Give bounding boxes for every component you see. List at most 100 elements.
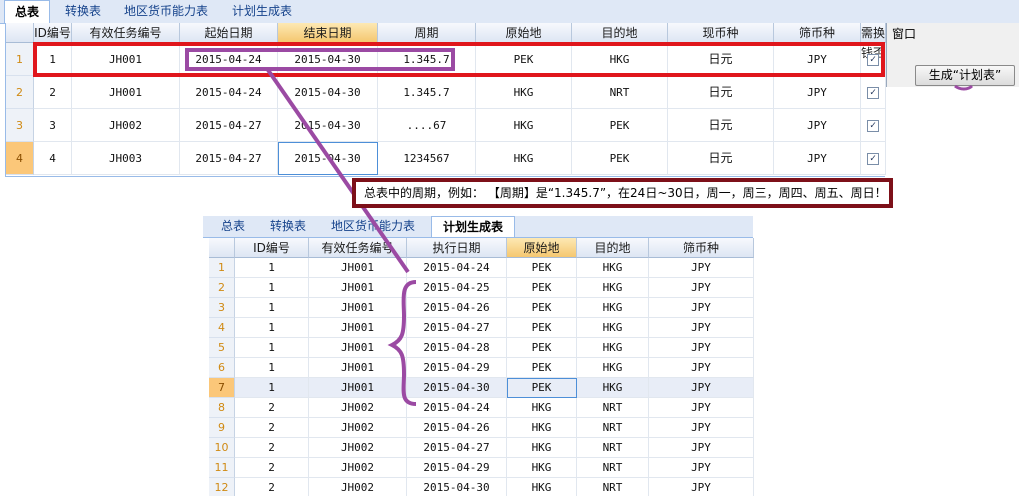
- cell-target[interactable]: JPY: [649, 318, 754, 338]
- cell-dest[interactable]: HKG: [577, 318, 649, 338]
- tab-plan-generation[interactable]: 计划生成表: [222, 0, 302, 23]
- cell-id[interactable]: 2: [235, 458, 309, 478]
- cell-id[interactable]: 1: [235, 378, 309, 398]
- cell-date[interactable]: 2015-04-27: [407, 318, 507, 338]
- row-number[interactable]: 11: [209, 458, 235, 478]
- cell-id[interactable]: 1: [235, 358, 309, 378]
- cell-dest[interactable]: NRT: [577, 438, 649, 458]
- cell-task[interactable]: JH001: [309, 358, 407, 378]
- cell-id[interactable]: 1: [235, 318, 309, 338]
- cell-dest[interactable]: NRT: [577, 478, 649, 496]
- tab-plan-generation-bottom[interactable]: 计划生成表: [431, 216, 515, 237]
- tab-region-currency-bottom[interactable]: 地区货币能力表: [321, 216, 425, 237]
- column-header[interactable]: 筛币种: [649, 238, 754, 258]
- cell-date[interactable]: 2015-04-29: [407, 358, 507, 378]
- cell-id[interactable]: 1: [235, 258, 309, 278]
- cell-target[interactable]: JPY: [774, 76, 861, 109]
- row-number[interactable]: 6: [209, 358, 235, 378]
- exchange-checkbox-cell[interactable]: ✓: [861, 142, 886, 175]
- generate-plan-button[interactable]: 生成“计划表”: [915, 65, 1015, 86]
- cell-period[interactable]: 1.345.7: [378, 76, 476, 109]
- cell-cur[interactable]: 日元: [668, 142, 774, 175]
- column-header[interactable]: 起始日期: [180, 23, 278, 43]
- cell-target[interactable]: JPY: [649, 458, 754, 478]
- cell-dest[interactable]: NRT: [577, 458, 649, 478]
- cell-dest[interactable]: NRT: [577, 398, 649, 418]
- cell-task[interactable]: JH001: [309, 298, 407, 318]
- column-header[interactable]: 原始地: [476, 23, 572, 43]
- cell-dest[interactable]: HKG: [577, 258, 649, 278]
- column-header[interactable]: 筛币种: [774, 23, 861, 43]
- cell-date[interactable]: 2015-04-28: [407, 338, 507, 358]
- cell-task[interactable]: JH002: [309, 438, 407, 458]
- cell-id[interactable]: 3: [34, 109, 72, 142]
- column-header[interactable]: 结束日期: [278, 23, 378, 43]
- column-header[interactable]: 需换钱否: [861, 23, 886, 60]
- cell-id[interactable]: 2: [235, 478, 309, 496]
- tab-region-currency[interactable]: 地区货币能力表: [114, 0, 218, 23]
- cell-start[interactable]: 2015-04-27: [180, 142, 278, 175]
- cell-task[interactable]: JH002: [72, 109, 180, 142]
- cell-target[interactable]: JPY: [649, 438, 754, 458]
- cell-dest[interactable]: PEK: [572, 142, 668, 175]
- row-number[interactable]: 3: [6, 109, 34, 142]
- row-number[interactable]: 10: [209, 438, 235, 458]
- cell-period[interactable]: 1234567: [378, 142, 476, 175]
- cell-task[interactable]: JH001: [309, 278, 407, 298]
- cell-origin[interactable]: HKG: [507, 478, 577, 496]
- cell-date[interactable]: 2015-04-26: [407, 298, 507, 318]
- cell-dest[interactable]: NRT: [577, 418, 649, 438]
- cell-end[interactable]: 2015-04-30: [278, 142, 378, 175]
- cell-id[interactable]: 2: [34, 76, 72, 109]
- cell-id[interactable]: 1: [235, 278, 309, 298]
- column-header[interactable]: 目的地: [577, 238, 649, 258]
- cell-period[interactable]: ....67: [378, 109, 476, 142]
- cell-origin[interactable]: PEK: [507, 298, 577, 318]
- cell-dest[interactable]: HKG: [577, 278, 649, 298]
- tab-conversion-bottom[interactable]: 转换表: [259, 216, 317, 237]
- cell-origin[interactable]: PEK: [507, 338, 577, 358]
- cell-dest[interactable]: PEK: [572, 109, 668, 142]
- cell-date[interactable]: 2015-04-24: [407, 398, 507, 418]
- column-header[interactable]: 目的地: [572, 23, 668, 43]
- cell-id[interactable]: 1: [235, 298, 309, 318]
- cell-date[interactable]: 2015-04-26: [407, 418, 507, 438]
- cell-dest[interactable]: NRT: [572, 76, 668, 109]
- cell-target[interactable]: JPY: [649, 338, 754, 358]
- cell-date[interactable]: 2015-04-27: [407, 438, 507, 458]
- cell-target[interactable]: JPY: [649, 418, 754, 438]
- cell-id[interactable]: 2: [235, 398, 309, 418]
- cell-date[interactable]: 2015-04-29: [407, 458, 507, 478]
- cell-date[interactable]: 2015-04-30: [407, 478, 507, 496]
- cell-dest[interactable]: HKG: [577, 338, 649, 358]
- row-number[interactable]: 12: [209, 478, 235, 496]
- cell-cur[interactable]: 日元: [668, 109, 774, 142]
- cell-origin[interactable]: HKG: [507, 458, 577, 478]
- column-header[interactable]: 执行日期: [407, 238, 507, 258]
- row-number[interactable]: 7: [209, 378, 235, 398]
- row-number[interactable]: 5: [209, 338, 235, 358]
- cell-dest[interactable]: HKG: [577, 298, 649, 318]
- cell-id[interactable]: 1: [235, 338, 309, 358]
- cell-task[interactable]: JH002: [309, 458, 407, 478]
- column-header[interactable]: 有效任务编号: [72, 23, 180, 43]
- cell-end[interactable]: 2015-04-30: [278, 109, 378, 142]
- row-number[interactable]: 4: [209, 318, 235, 338]
- cell-origin[interactable]: HKG: [507, 418, 577, 438]
- checkbox[interactable]: ✓: [867, 87, 879, 99]
- cell-task[interactable]: JH001: [72, 76, 180, 109]
- cell-origin[interactable]: HKG: [476, 76, 572, 109]
- cell-task[interactable]: JH001: [309, 258, 407, 278]
- row-number[interactable]: 1: [209, 258, 235, 278]
- cell-origin[interactable]: PEK: [507, 258, 577, 278]
- cell-target[interactable]: JPY: [649, 298, 754, 318]
- exchange-checkbox-cell[interactable]: ✓: [861, 76, 886, 109]
- cell-target[interactable]: JPY: [649, 398, 754, 418]
- cell-task[interactable]: JH003: [72, 142, 180, 175]
- cell-date[interactable]: 2015-04-25: [407, 278, 507, 298]
- column-header[interactable]: 原始地: [507, 238, 577, 258]
- cell-date[interactable]: 2015-04-24: [407, 258, 507, 278]
- tab-conversion[interactable]: 转换表: [54, 0, 112, 23]
- tab-summary-bottom[interactable]: 总表: [211, 216, 255, 237]
- cell-target[interactable]: JPY: [774, 142, 861, 175]
